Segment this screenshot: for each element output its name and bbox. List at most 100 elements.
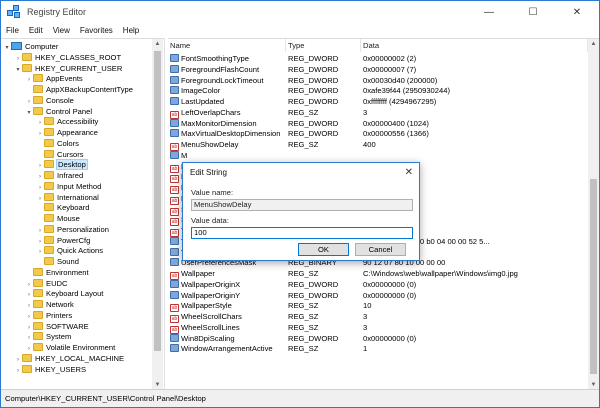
values-scrollbar[interactable]: ▲ ▼ (588, 39, 599, 389)
minimize-button[interactable]: — (467, 1, 511, 23)
collapsed-chevron-icon[interactable]: › (36, 226, 44, 237)
tree-item[interactable]: › Input Method (36, 181, 101, 192)
tree-item-label: Cursors (57, 149, 84, 159)
collapsed-chevron-icon[interactable]: › (25, 333, 33, 344)
tree-item[interactable]: ▾ Control Panel (25, 106, 92, 117)
collapsed-chevron-icon[interactable]: › (36, 194, 44, 205)
column-header-name[interactable]: Name (168, 39, 286, 52)
collapsed-chevron-icon[interactable]: › (36, 161, 44, 172)
tree-item[interactable]: › Desktop (36, 159, 88, 172)
table-row[interactable]: ForegroundLockTimeout REG_DWORD 0x00030d40… (168, 75, 588, 86)
scroll-up-icon[interactable]: ▲ (588, 39, 599, 49)
value-name: WallpaperOriginX (181, 279, 241, 289)
tree-item[interactable]: Environment (25, 267, 89, 278)
table-row[interactable]: ab Wallpaper REG_SZ C:\Windows\web\wallpape… (168, 268, 588, 280)
folder-icon (44, 257, 54, 265)
value-data: 0x00000002 (2) (363, 54, 417, 63)
key-tree[interactable]: › HKEY_USERS › HKEY_LOCAL_MACHINE › Volatile … (1, 38, 164, 389)
value-data-input[interactable]: 100 (191, 227, 413, 239)
collapsed-chevron-icon[interactable]: › (25, 97, 33, 108)
table-row[interactable]: ab WallpaperStyle REG_SZ 10 (168, 300, 588, 313)
tree-item[interactable]: › HKEY_CLASSES_ROOT (14, 52, 121, 63)
table-row[interactable]: FontSmoothingType REG_DWORD 0x00000002 (2) (168, 53, 588, 64)
tree-item[interactable]: › Keyboard Layout (25, 288, 103, 299)
tree-item[interactable]: › Console (25, 95, 74, 106)
collapsed-chevron-icon[interactable]: › (36, 118, 44, 129)
collapsed-chevron-icon[interactable]: › (25, 323, 33, 334)
maximize-button[interactable]: ☐ (511, 1, 555, 23)
collapsed-chevron-icon[interactable]: › (36, 129, 44, 140)
table-row[interactable]: ForegroundFlashCount REG_DWORD 0x00000007 … (168, 64, 588, 75)
tree-item-label: Volatile Environment (46, 343, 116, 352)
menu-edit[interactable]: Edit (24, 26, 48, 35)
collapsed-chevron-icon[interactable]: › (14, 355, 22, 366)
expanded-chevron-icon[interactable]: ▾ (14, 65, 22, 76)
table-row[interactable]: ImageColor REG_DWORD 0xafe39f44 (295093024… (168, 85, 588, 96)
tree-item[interactable]: › Personalization (36, 224, 109, 235)
collapsed-chevron-icon[interactable]: › (14, 54, 22, 65)
tree-item[interactable]: › International (36, 192, 99, 203)
tree-item[interactable]: ▾ Computer (3, 41, 58, 52)
scroll-up-icon[interactable]: ▲ (152, 39, 163, 49)
value-name: ImageColor (181, 86, 221, 96)
table-row[interactable]: WallpaperOriginX REG_DWORD 0x00000000 (0) (168, 279, 588, 290)
collapsed-chevron-icon[interactable]: › (25, 280, 33, 291)
folder-icon (44, 203, 54, 212)
table-row[interactable]: MaxVirtualDesktopDimension REG_DWORD 0x000… (168, 128, 588, 139)
tree-item[interactable]: Cursors (36, 149, 84, 160)
menu-file[interactable]: File (1, 26, 24, 35)
table-row[interactable]: ab WheelScrollChars REG_SZ 3 (168, 311, 588, 323)
table-row[interactable]: LastUpdated REG_DWORD 0xffffffff (42949672… (168, 96, 588, 107)
tree-item[interactable]: › HKEY_USERS (14, 364, 86, 375)
collapsed-chevron-icon[interactable]: › (36, 183, 44, 194)
table-row[interactable]: ab WheelScrollLines REG_SZ 3 (168, 322, 588, 334)
table-row[interactable]: MaxMonitorDimension REG_DWORD 0x00000400 (… (168, 118, 588, 129)
tree-item[interactable]: › Quick Actions (36, 245, 103, 256)
expanded-chevron-icon[interactable]: ▾ (25, 108, 33, 119)
menu-help[interactable]: Help (118, 26, 144, 35)
collapsed-chevron-icon[interactable]: › (14, 366, 22, 377)
column-header-data[interactable]: Data (361, 39, 588, 52)
menu-view[interactable]: View (48, 26, 75, 35)
collapsed-chevron-icon[interactable]: › (25, 344, 33, 355)
table-row[interactable]: WindowArrangementActive REG_SZ 1 (168, 343, 588, 354)
collapsed-chevron-icon[interactable]: › (25, 301, 33, 312)
table-row[interactable]: M (168, 150, 588, 161)
tree-item[interactable]: Mouse (36, 213, 80, 224)
tree-item[interactable]: › EUDC (25, 278, 68, 289)
values-scroll-thumb[interactable] (590, 179, 597, 374)
collapsed-chevron-icon[interactable]: › (36, 247, 44, 258)
tree-item[interactable]: AppXBackupContentType (25, 84, 133, 95)
tree-item[interactable]: › AppEvents (25, 73, 83, 84)
collapsed-chevron-icon[interactable]: › (25, 312, 33, 323)
collapsed-chevron-icon[interactable]: › (36, 172, 44, 183)
close-button[interactable]: ✕ (555, 1, 599, 23)
folder-icon (44, 149, 54, 158)
table-row[interactable]: ab MenuShowDelay REG_SZ 400 (168, 139, 588, 151)
tree-item[interactable]: ▾ HKEY_CURRENT_USER (14, 63, 122, 74)
tree-item[interactable]: › SOFTWARE (25, 321, 89, 332)
expanded-chevron-icon[interactable]: ▾ (3, 43, 11, 54)
tree-item[interactable]: › PowerCfg (36, 235, 90, 246)
table-row[interactable]: ab LeftOverlapChars REG_SZ 3 (168, 107, 588, 119)
ok-button[interactable]: OK (298, 243, 349, 256)
tree-item[interactable]: Keyboard (36, 202, 90, 213)
collapsed-chevron-icon[interactable]: › (25, 290, 33, 301)
tree-item-label: Desktop (56, 159, 88, 171)
tree-item[interactable]: › Volatile Environment (25, 342, 115, 353)
dialog-close-icon[interactable]: ✕ (405, 163, 413, 183)
menu-favorites[interactable]: Favorites (75, 26, 118, 35)
scroll-down-icon[interactable]: ▼ (588, 380, 599, 389)
column-header-type[interactable]: Type (286, 39, 361, 52)
tree-scroll-thumb[interactable] (154, 51, 161, 351)
cancel-button[interactable]: Cancel (355, 243, 406, 256)
tree-item[interactable]: › Appearance (36, 127, 98, 138)
table-row[interactable]: Win8DpiScaling REG_DWORD 0x00000000 (0) (168, 333, 588, 344)
table-row[interactable]: WallpaperOriginY REG_DWORD 0x00000000 (0) (168, 290, 588, 301)
value-data: 3 (363, 312, 368, 321)
tree-scrollbar[interactable]: ▲ ▼ (152, 39, 163, 389)
tree-item[interactable]: › Accessibility (36, 116, 98, 127)
scroll-down-icon[interactable]: ▼ (152, 380, 163, 389)
collapsed-chevron-icon[interactable]: › (25, 75, 33, 86)
collapsed-chevron-icon[interactable]: › (36, 237, 44, 248)
